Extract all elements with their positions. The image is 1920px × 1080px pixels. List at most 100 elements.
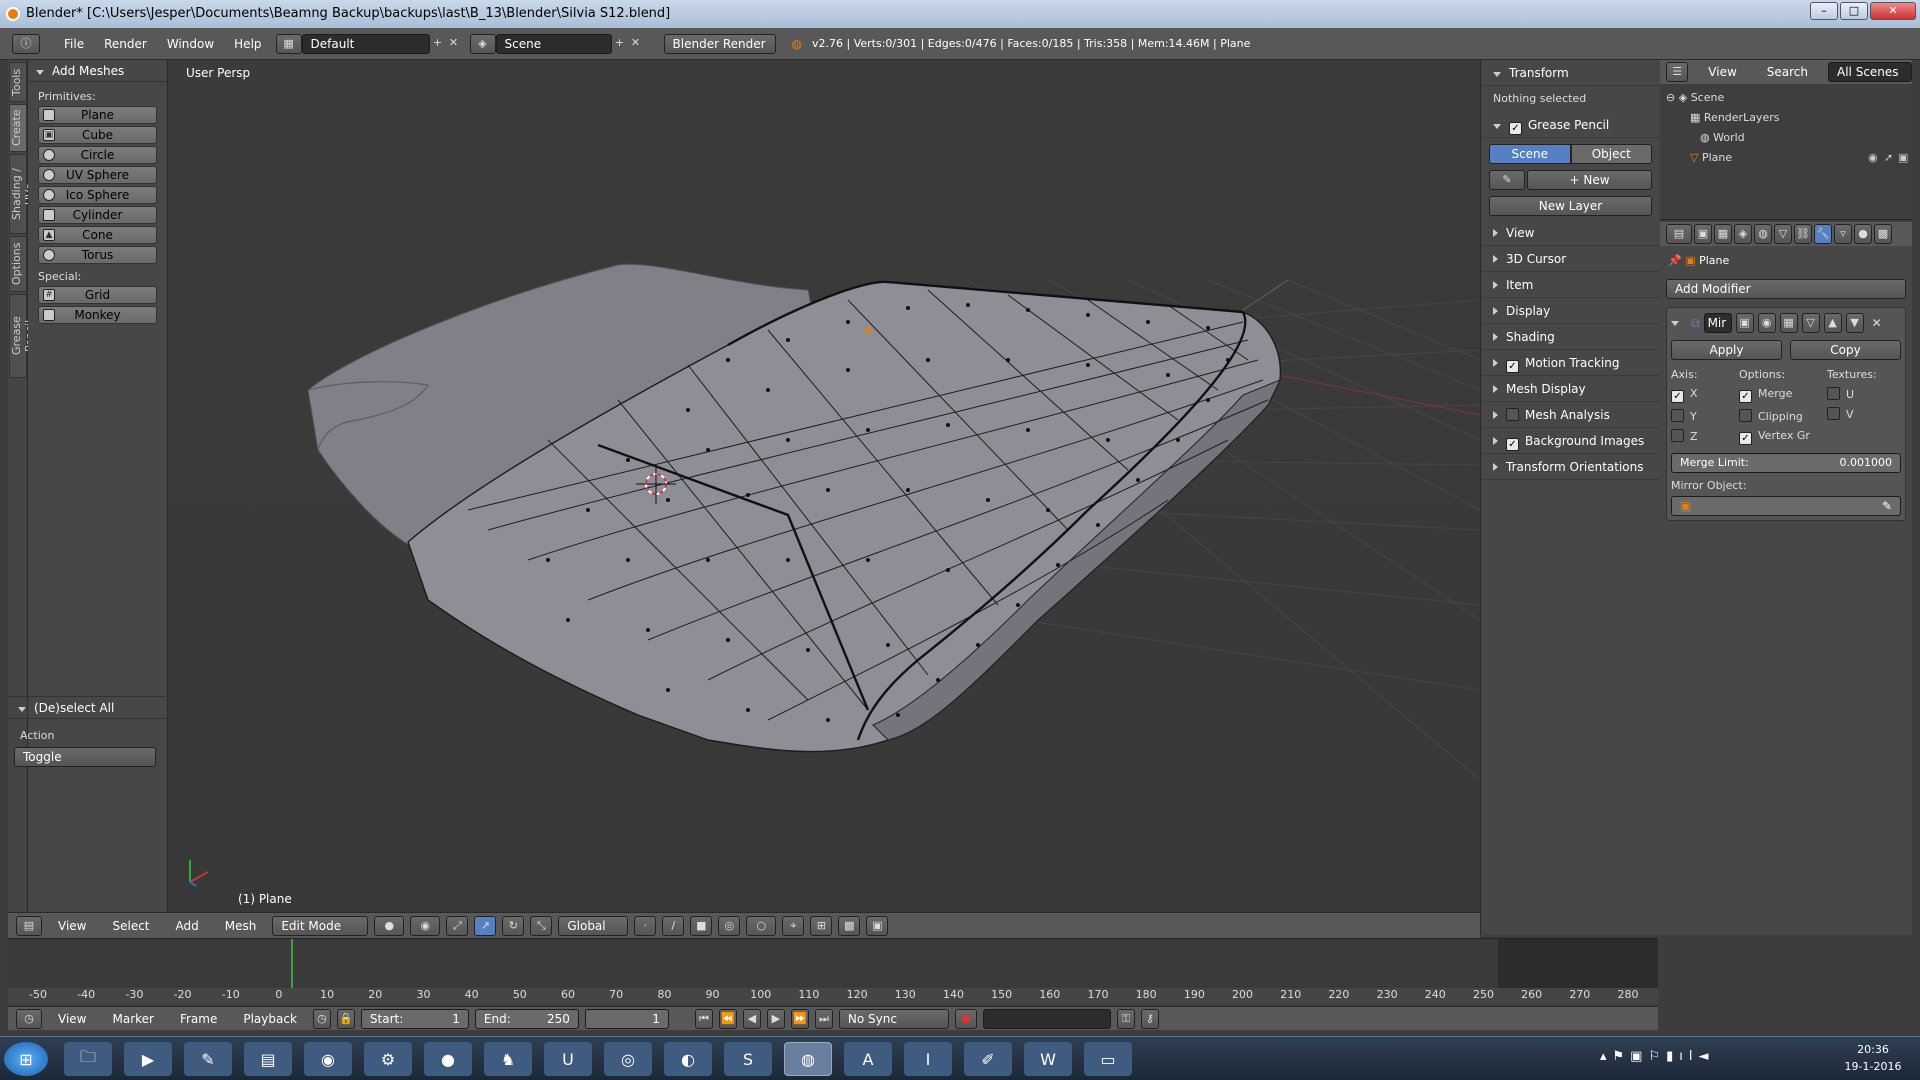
solidworks-taskbar-icon[interactable]: S bbox=[724, 1042, 772, 1076]
pin-icon[interactable]: 📌 bbox=[1668, 254, 1682, 267]
proportional-edit-icon[interactable]: ○ bbox=[746, 915, 777, 936]
outliner-item-renderlayers[interactable]: ▦ RenderLayers bbox=[1666, 108, 1912, 128]
clipping-toggle[interactable]: Clipping bbox=[1739, 409, 1827, 423]
tl-menu-marker[interactable]: Marker bbox=[102, 1012, 163, 1026]
opengl-render-icon[interactable]: ▣ bbox=[866, 915, 889, 936]
jump-start-icon[interactable]: ⏮ bbox=[694, 1008, 713, 1029]
add-ico-sphere-button[interactable]: Ico Sphere bbox=[38, 186, 157, 204]
add-layout-icon[interactable]: + bbox=[430, 34, 446, 54]
cage-toggle-icon[interactable]: ▽ bbox=[1801, 313, 1820, 333]
operator-header[interactable]: (De)select All bbox=[8, 697, 168, 719]
timeline-ruler[interactable]: -50 -40 -30 -20 -10 0 10 20 30 40 50 60 70 80 90 100 110… bbox=[8, 988, 1658, 1004]
origin-taskbar-icon[interactable]: ● bbox=[424, 1042, 472, 1076]
render-toggle-icon[interactable]: ▣ bbox=[1735, 313, 1754, 333]
current-frame-line[interactable] bbox=[291, 939, 293, 989]
vertex-groups-toggle[interactable]: ✓ Vertex Gr bbox=[1739, 429, 1827, 445]
lock-range-icon[interactable]: 🔒 bbox=[336, 1008, 355, 1029]
editor-type-icon[interactable]: ⓘ bbox=[12, 33, 40, 54]
mesh-display-panel[interactable]: Mesh Display bbox=[1481, 376, 1660, 402]
sync-mode-select[interactable]: No Sync bbox=[838, 1008, 949, 1029]
3d-cursor-panel[interactable]: 3D Cursor bbox=[1481, 246, 1660, 272]
acrobat-taskbar-icon[interactable]: A bbox=[844, 1042, 892, 1076]
gp-object-tab[interactable]: Object bbox=[1570, 144, 1652, 164]
shading-panel[interactable]: Shading bbox=[1481, 324, 1660, 350]
renderability-camera-icon[interactable]: ▣ bbox=[1898, 148, 1908, 168]
texture-v-toggle[interactable]: V bbox=[1827, 407, 1877, 421]
document-taskbar-icon[interactable]: ▤ bbox=[244, 1042, 292, 1076]
explorer-taskbar-icon[interactable]: 🗀 bbox=[64, 1042, 112, 1076]
insert-keyframe-icon[interactable]: ⚿ bbox=[1116, 1008, 1135, 1029]
pencil-icon[interactable]: ✎ bbox=[1489, 170, 1525, 190]
mode-select[interactable]: Edit Mode bbox=[272, 915, 369, 936]
move-up-icon[interactable]: ▲ bbox=[1823, 313, 1842, 333]
add-plane-button[interactable]: Plane bbox=[38, 106, 157, 124]
tab-grease-pencil[interactable]: Grease Pencil bbox=[9, 294, 36, 378]
media-player-taskbar-icon[interactable]: ▶ bbox=[124, 1042, 172, 1076]
jump-keyframe-forward-icon[interactable]: ⏩ bbox=[790, 1008, 809, 1029]
visibility-eye-icon[interactable]: ◉ bbox=[1868, 148, 1878, 168]
jump-keyframe-back-icon[interactable]: ⏪ bbox=[718, 1008, 737, 1029]
add-cone-button[interactable]: ▲ Cone bbox=[38, 226, 157, 244]
face-select-icon[interactable]: ■ bbox=[690, 915, 713, 936]
view3d-editor-icon[interactable]: ▤ bbox=[16, 915, 42, 936]
background-images-checkbox[interactable]: ✓ bbox=[1506, 438, 1519, 451]
add-torus-button[interactable]: Torus bbox=[38, 246, 157, 264]
axis-z-toggle[interactable]: Z bbox=[1671, 429, 1739, 443]
constraints-tab-icon[interactable]: ⛓ bbox=[1794, 224, 1812, 244]
preview-range-icon[interactable]: ◷ bbox=[312, 1008, 331, 1029]
layout-icon[interactable]: ▦ bbox=[275, 33, 302, 54]
tab-tools[interactable]: Tools bbox=[9, 62, 27, 102]
vp-menu-select[interactable]: Select bbox=[102, 919, 159, 933]
item-panel[interactable]: Item bbox=[1481, 272, 1660, 298]
move-down-icon[interactable]: ▼ bbox=[1845, 313, 1864, 333]
display-panel[interactable]: Display bbox=[1481, 298, 1660, 324]
blender-taskbar-icon[interactable]: ◍ bbox=[784, 1042, 832, 1076]
add-scene-icon[interactable]: + bbox=[612, 34, 628, 54]
axis-y-toggle[interactable]: Y bbox=[1671, 409, 1739, 423]
merge-limit-field[interactable]: Merge Limit: 0.001000 bbox=[1671, 453, 1901, 473]
texture-tab-icon[interactable]: ▩ bbox=[1874, 224, 1892, 244]
mesh-analysis-checkbox[interactable] bbox=[1506, 408, 1519, 421]
add-monkey-button[interactable]: Monkey bbox=[38, 306, 157, 324]
material-tab-icon[interactable]: ● bbox=[1854, 224, 1872, 244]
render-engine-select[interactable]: Blender Render bbox=[663, 33, 776, 54]
uplay-taskbar-icon[interactable]: U bbox=[544, 1042, 592, 1076]
tl-menu-view[interactable]: View bbox=[48, 1012, 96, 1026]
play-reverse-icon[interactable]: ◀ bbox=[742, 1008, 761, 1029]
add-circle-button[interactable]: Circle bbox=[38, 146, 157, 164]
view-panel[interactable]: View bbox=[1481, 220, 1660, 246]
transform-orientations-panel[interactable]: Transform Orientations bbox=[1481, 454, 1660, 480]
viewport-toggle-icon[interactable]: ◉ bbox=[1757, 313, 1776, 333]
mesh-analysis-panel[interactable]: Mesh Analysis bbox=[1481, 402, 1660, 428]
end-frame-field[interactable]: End: 250 bbox=[474, 1008, 579, 1029]
snap-icon[interactable]: ⌖ bbox=[782, 915, 805, 936]
tl-menu-frame[interactable]: Frame bbox=[170, 1012, 227, 1026]
scene-tab-icon[interactable]: ◈ bbox=[1734, 224, 1752, 244]
modifier-name-field[interactable]: Mir bbox=[1703, 313, 1732, 333]
chrome-taskbar-icon[interactable]: ◉ bbox=[304, 1042, 352, 1076]
selectability-cursor-icon[interactable]: ➚ bbox=[1884, 148, 1893, 168]
remove-layout-icon[interactable]: ✕ bbox=[446, 34, 462, 54]
current-frame-field[interactable]: 1 bbox=[584, 1008, 669, 1029]
render-preview-icon[interactable]: ▩ bbox=[838, 915, 861, 936]
steam-taskbar-icon[interactable]: ⚙ bbox=[364, 1042, 412, 1076]
vp-menu-view[interactable]: View bbox=[48, 919, 96, 933]
minimize-button[interactable]: – bbox=[1810, 2, 1838, 20]
outliner-menu-view[interactable]: View bbox=[1698, 65, 1746, 79]
limit-selection-icon[interactable]: ◎ bbox=[718, 915, 741, 936]
add-modifier-menu[interactable]: Add Modifier bbox=[1666, 279, 1906, 299]
world-tab-icon[interactable]: ◍ bbox=[1754, 224, 1772, 244]
modifier-collapse-icon[interactable] bbox=[1671, 320, 1679, 326]
snap-element-icon[interactable]: ⊞ bbox=[810, 915, 833, 936]
background-images-panel[interactable]: ✓ Background Images bbox=[1481, 428, 1660, 454]
remove-modifier-icon[interactable]: ✕ bbox=[1872, 316, 1882, 330]
outliner-item-world[interactable]: ◍ World bbox=[1666, 128, 1912, 148]
rotate-manipulator-icon[interactable]: ↻ bbox=[502, 915, 525, 936]
vertex-select-icon[interactable]: · bbox=[634, 915, 657, 936]
close-button[interactable]: ✕ bbox=[1870, 2, 1916, 20]
transform-panel-header[interactable]: Transform bbox=[1481, 60, 1660, 86]
tab-options[interactable]: Options bbox=[9, 236, 27, 292]
browser-taskbar-icon[interactable]: ◎ bbox=[604, 1042, 652, 1076]
keying-set-field[interactable] bbox=[982, 1008, 1111, 1029]
outliner-editor-icon[interactable]: ☰ bbox=[1666, 62, 1689, 82]
